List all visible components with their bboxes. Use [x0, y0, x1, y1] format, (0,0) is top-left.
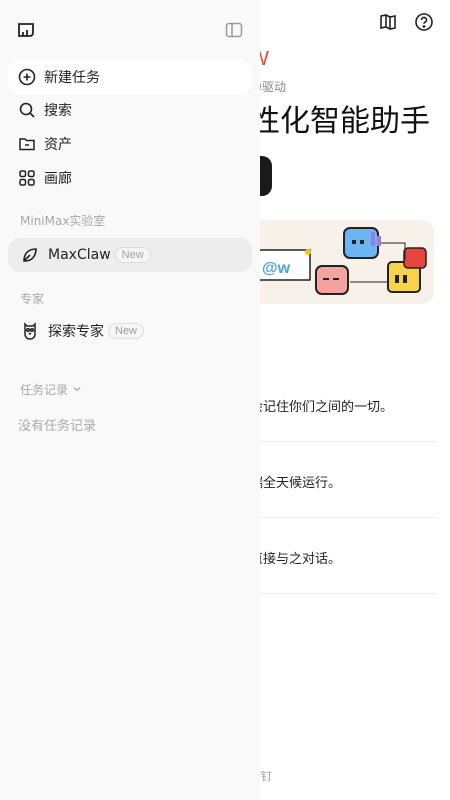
sidebar-item-maxclaw[interactable]: MaxClaw New	[8, 238, 252, 272]
new-badge: New	[114, 247, 151, 263]
grid-icon	[18, 169, 36, 187]
sidebar-item-search[interactable]: 搜索	[8, 93, 252, 127]
collapse-sidebar-icon[interactable]	[224, 20, 244, 40]
sidebar: 新建任务 搜索 资产 画廊 MiniMax实验室 MaxClaw New 专家 …	[0, 0, 260, 800]
help-icon[interactable]	[414, 12, 434, 32]
banner-illustration: @w	[240, 227, 427, 295]
headline-fragment: 性化智能助手	[250, 104, 430, 139]
sidebar-item-explore-experts[interactable]: 探索专家 New	[8, 314, 252, 348]
plus-circle-icon	[18, 68, 36, 86]
feature-memory: 会记住你们之间的一切。	[250, 400, 394, 415]
sidebar-item-label: 搜索	[44, 103, 72, 119]
sidebar-item-label: 画廊	[44, 171, 72, 187]
leaf-icon	[20, 245, 40, 265]
feature-chat: 直接与之对话。	[250, 552, 342, 567]
promo-banner[interactable]: @w	[240, 220, 434, 304]
sidebar-item-label: 新建任务	[44, 70, 100, 86]
search-icon	[18, 101, 36, 119]
owl-icon	[20, 321, 40, 341]
sidebar-item-label: 探索专家	[48, 324, 104, 340]
banner-handle: @w	[262, 260, 291, 277]
chevron-down-icon	[72, 383, 82, 397]
divider	[250, 517, 436, 518]
app-logo-icon[interactable]	[16, 20, 36, 40]
top-toolbar	[378, 12, 434, 32]
sidebar-item-label: 资产	[44, 137, 72, 153]
sidebar-item-gallery[interactable]: 画廊	[8, 161, 252, 195]
task-records-toggle[interactable]: 任务记录	[20, 381, 82, 398]
sidebar-item-assets[interactable]: 资产	[8, 127, 252, 161]
folder-icon	[18, 135, 36, 153]
section-title-lab: MiniMax实验室	[20, 214, 106, 228]
sidebar-header	[0, 0, 260, 60]
divider	[250, 593, 436, 594]
section-title-experts: 专家	[20, 292, 45, 306]
sidebar-item-label: MaxClaw	[48, 247, 111, 263]
book-icon[interactable]	[378, 12, 398, 32]
sidebar-item-new-task[interactable]: 新建任务	[8, 60, 252, 94]
task-records-title: 任务记录	[20, 383, 69, 397]
divider	[250, 441, 436, 442]
feature-uptime: 端全天候运行。	[250, 476, 342, 491]
empty-records-text: 没有任务记录	[18, 419, 97, 434]
new-badge: New	[108, 323, 145, 339]
